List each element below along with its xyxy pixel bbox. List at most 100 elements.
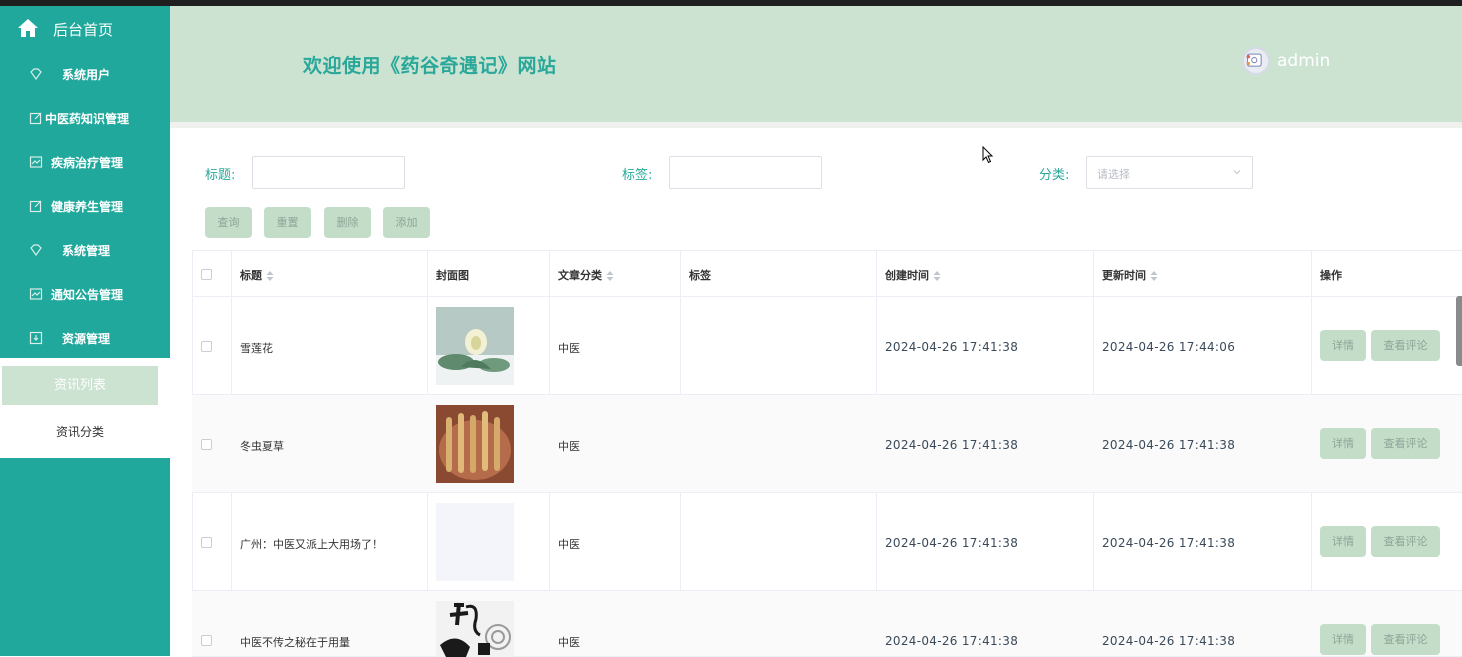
detail-button[interactable]: 详情 <box>1320 624 1366 655</box>
view-comments-button[interactable]: 查看评论 <box>1371 624 1440 655</box>
sidebar-item-resource-management[interactable]: 资源管理 <box>0 316 170 360</box>
sort-icon[interactable] <box>933 271 941 281</box>
reset-button[interactable]: 重置 <box>264 207 311 238</box>
detail-button[interactable]: 详情 <box>1320 526 1366 557</box>
cover-image-placeholder <box>436 503 514 581</box>
filter-category-label: 分类: <box>1039 168 1070 183</box>
row-updated-time: 2024-04-26 17:41:38 <box>1102 438 1236 452</box>
row-category: 中医 <box>558 440 580 453</box>
mouse-cursor-icon <box>982 146 994 164</box>
filter-title-label: 标题: <box>205 168 236 183</box>
edit-icon <box>29 200 42 213</box>
snow-lotus-image <box>436 307 514 385</box>
column-header-cover: 封面图 <box>436 269 469 282</box>
scrollbar-thumb[interactable] <box>1456 296 1462 366</box>
username[interactable]: admin <box>1277 51 1330 71</box>
row-updated-time: 2024-04-26 17:44:06 <box>1102 340 1236 354</box>
sidebar-item-label: 疾病治疗管理 <box>51 156 124 170</box>
view-comments-button[interactable]: 查看评论 <box>1371 526 1440 557</box>
row-title: 中医不传之秘在于用量 <box>240 636 350 649</box>
row-created-time: 2024-04-26 17:41:38 <box>885 536 1019 550</box>
cover-image <box>436 307 514 385</box>
column-header-category-label: 文章分类 <box>558 269 602 282</box>
news-table: 标题 封面图 文章分类 标签 创建时间 更新时间 操作 雪莲花 中医 2024-… <box>192 250 1462 657</box>
sidebar-item-label: 资源管理 <box>62 332 111 346</box>
row-title: 雪莲花 <box>240 342 273 355</box>
cordyceps-image <box>436 405 514 483</box>
view-comments-button[interactable]: 查看评论 <box>1371 330 1440 361</box>
home-icon <box>18 19 38 37</box>
column-header-title[interactable]: 标题 <box>240 267 274 283</box>
select-all-checkbox[interactable] <box>201 269 212 280</box>
sidebar-item-system-users[interactable]: 系统用户 <box>0 52 170 96</box>
row-checkbox[interactable] <box>201 439 212 450</box>
row-created-time: 2024-04-26 17:41:38 <box>885 438 1019 452</box>
download-icon <box>29 331 43 345</box>
column-header-category[interactable]: 文章分类 <box>558 267 614 283</box>
chevron-down-icon <box>1233 170 1241 175</box>
content-divider <box>170 122 1462 128</box>
row-updated-time: 2024-04-26 17:41:38 <box>1102 536 1236 550</box>
submenu-item-news-category[interactable]: 资讯分类 <box>2 413 158 452</box>
column-header-ops: 操作 <box>1320 269 1342 282</box>
row-category: 中医 <box>558 636 580 649</box>
chart-icon <box>29 288 43 300</box>
column-header-created-label: 创建时间 <box>885 269 929 282</box>
sidebar-item-label: 健康养生管理 <box>51 200 124 214</box>
sidebar-item-system-management[interactable]: 系统管理 <box>0 228 170 272</box>
column-header-title-label: 标题 <box>240 269 262 282</box>
sidebar-item-notice-management[interactable]: 通知公告管理 <box>0 272 170 316</box>
cover-image <box>436 601 514 657</box>
avatar-image-icon <box>1246 53 1262 67</box>
calligraphy-image <box>436 601 514 657</box>
column-header-created[interactable]: 创建时间 <box>885 267 941 283</box>
row-title: 广州：中医又派上大用场了！ <box>240 538 383 551</box>
column-header-updated[interactable]: 更新时间 <box>1102 267 1158 283</box>
column-header-tags: 标签 <box>689 269 711 282</box>
diamond-icon <box>30 244 42 257</box>
row-category: 中医 <box>558 342 580 355</box>
sidebar-item-label: 通知公告管理 <box>51 288 124 302</box>
header: 欢迎使用《药谷奇遇记》网站 admin <box>170 6 1462 122</box>
avatar[interactable] <box>1242 47 1270 75</box>
sidebar-item-label: 中医药知识管理 <box>45 112 130 126</box>
column-header-updated-label: 更新时间 <box>1102 269 1146 282</box>
row-updated-time: 2024-04-26 17:41:38 <box>1102 634 1236 648</box>
row-category: 中医 <box>558 538 580 551</box>
row-checkbox[interactable] <box>201 341 212 352</box>
title-search-input[interactable] <box>252 156 405 189</box>
sidebar-submenu: 资讯列表 资讯分类 <box>0 358 170 458</box>
search-button[interactable]: 查询 <box>205 207 252 238</box>
table-row: 中医不传之秘在于用量 中医 2024-04-26 17:41:38 2024-0… <box>192 591 1462 657</box>
row-title: 冬虫夏草 <box>240 440 284 453</box>
tag-search-input[interactable] <box>669 156 822 189</box>
table-row: 冬虫夏草 中医 2024-04-26 17:41:38 2024-04-26 1… <box>192 395 1462 493</box>
table-row: 雪莲花 中医 2024-04-26 17:41:38 2024-04-26 17… <box>192 297 1462 395</box>
sort-icon[interactable] <box>266 271 274 281</box>
category-select[interactable]: 请选择 <box>1086 156 1253 189</box>
sidebar-item-label: 系统用户 <box>62 68 111 82</box>
sidebar-home-label: 后台首页 <box>53 21 114 39</box>
view-comments-button[interactable]: 查看评论 <box>1371 428 1440 459</box>
category-select-placeholder: 请选择 <box>1097 168 1130 181</box>
page-title: 欢迎使用《药谷奇遇记》网站 <box>303 55 557 77</box>
sidebar-item-disease-treatment[interactable]: 疾病治疗管理 <box>0 140 170 184</box>
chart-icon <box>29 156 43 168</box>
delete-button[interactable]: 删除 <box>324 207 371 238</box>
row-checkbox[interactable] <box>201 537 212 548</box>
table-header-row: 标题 封面图 文章分类 标签 创建时间 更新时间 操作 <box>192 251 1462 297</box>
sidebar: 后台首页 系统用户 中医药知识管理 疾病治疗管理 健康养生管理 系统管理 通知公… <box>0 6 170 656</box>
row-checkbox[interactable] <box>201 635 212 646</box>
edit-icon <box>29 112 42 125</box>
sidebar-item-health-wellness[interactable]: 健康养生管理 <box>0 184 170 228</box>
detail-button[interactable]: 详情 <box>1320 428 1366 459</box>
sidebar-item-home[interactable]: 后台首页 <box>0 6 170 50</box>
sidebar-item-tcm-knowledge[interactable]: 中医药知识管理 <box>0 96 170 140</box>
add-button[interactable]: 添加 <box>383 207 430 238</box>
submenu-item-news-list[interactable]: 资讯列表 <box>2 366 158 405</box>
sidebar-item-label: 系统管理 <box>62 244 111 258</box>
sort-icon[interactable] <box>1150 271 1158 281</box>
sort-icon[interactable] <box>606 271 614 281</box>
detail-button[interactable]: 详情 <box>1320 330 1366 361</box>
table-row: 广州：中医又派上大用场了！ 中医 2024-04-26 17:41:38 202… <box>192 493 1462 591</box>
